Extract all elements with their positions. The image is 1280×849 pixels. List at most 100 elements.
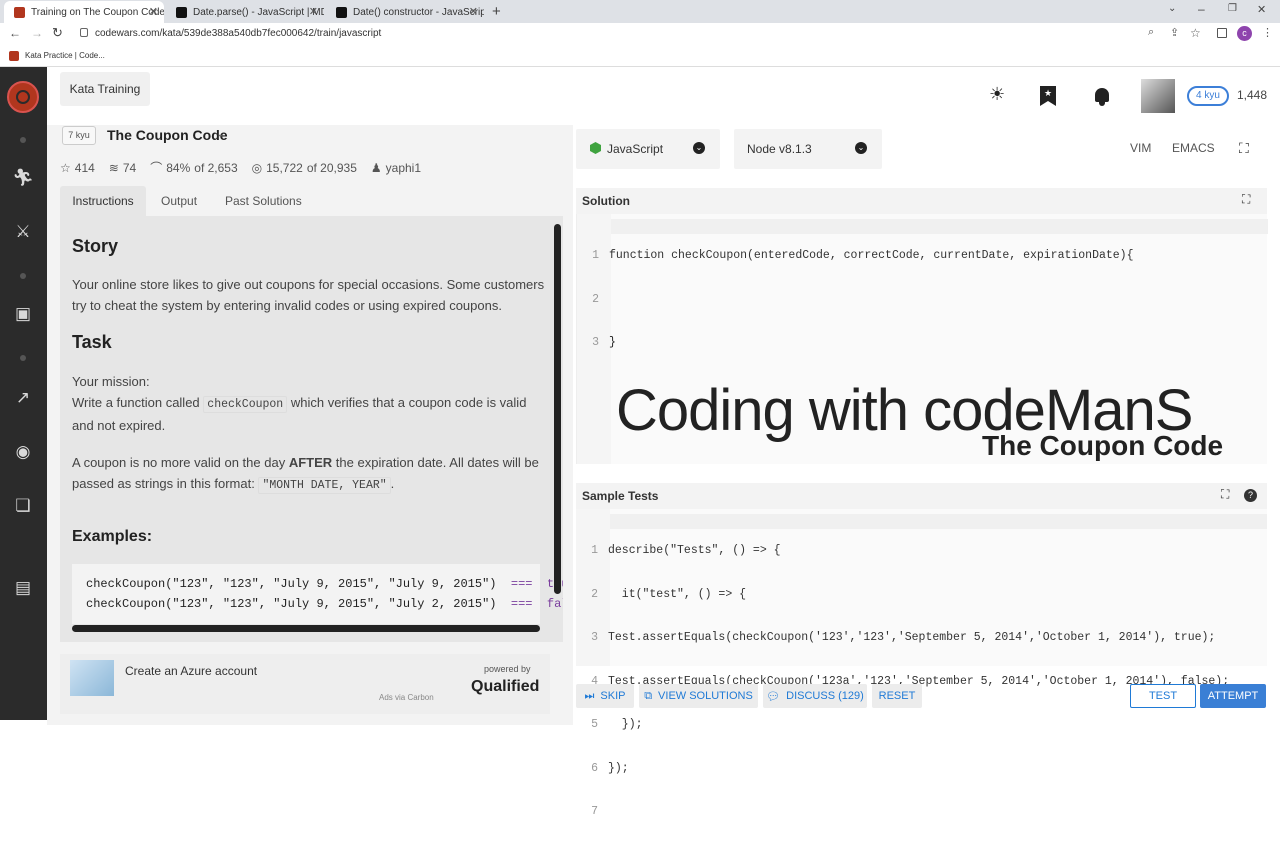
rule-pre: A coupon is no more valid on the day bbox=[72, 455, 286, 470]
examples-heading: Examples: bbox=[72, 528, 153, 545]
skip-label: SKIP bbox=[600, 690, 626, 702]
example-result: false bbox=[546, 597, 563, 611]
docs-book-icon[interactable]: ▤ bbox=[12, 577, 34, 599]
example-line: checkCoupon("123", "123", "July 9, 2015"… bbox=[86, 574, 563, 594]
emacs-toggle[interactable]: EMACS bbox=[1172, 141, 1215, 155]
ad-brand-logo: Qualified bbox=[471, 678, 540, 695]
tab-date-constructor[interactable]: Date() constructor - JavaScript | M ✕ bbox=[326, 1, 484, 23]
skip-icon: ⏭ bbox=[584, 689, 595, 702]
code-text: describe("Tests", () => { bbox=[608, 544, 781, 557]
satisfaction-of: of 2,653 bbox=[194, 160, 238, 175]
solutions-icon: ⧉ bbox=[644, 689, 653, 702]
share-icon[interactable]: ⇪ bbox=[1170, 26, 1179, 39]
codewars-logo-icon[interactable] bbox=[7, 81, 39, 113]
theme-sun-icon[interactable]: ☀ bbox=[989, 84, 1005, 105]
solution-code: 1 function checkCoupon(enteredCode, corre… bbox=[577, 220, 1134, 380]
discuss-button[interactable]: 💬︎ DISCUSS (129) bbox=[763, 684, 867, 708]
fullscreen-icon[interactable]: ⛶ bbox=[1239, 140, 1249, 157]
reload-icon[interactable]: ↻ bbox=[52, 25, 63, 41]
code-text: }); bbox=[608, 761, 629, 775]
discord-icon[interactable]: ◉ bbox=[12, 441, 34, 463]
attempt-button[interactable]: ATTEMPT bbox=[1200, 684, 1266, 708]
ad-via[interactable]: Ads via Carbon bbox=[379, 693, 434, 702]
author[interactable]: yaphi1 bbox=[386, 161, 421, 175]
address-bar-row: ← → ↻ codewars.com/kata/539de388a540db7f… bbox=[0, 23, 1280, 45]
story-heading: Story bbox=[72, 236, 119, 256]
expand-icon[interactable]: ⛶ bbox=[1242, 192, 1250, 207]
code-line: 2 it("test", () => { bbox=[591, 587, 747, 601]
lock-icon[interactable] bbox=[80, 28, 88, 37]
runtime-value: Node v8.1.3 bbox=[747, 142, 812, 156]
tests-header: Sample Tests ⛶ ? bbox=[576, 483, 1267, 509]
code-line: 7 bbox=[591, 805, 598, 818]
profile-avatar[interactable]: c bbox=[1237, 26, 1252, 41]
rank-badge: 4 kyu bbox=[1187, 86, 1229, 106]
notification-bell-icon[interactable] bbox=[1093, 86, 1111, 106]
tab-date-parse[interactable]: Date.parse() - JavaScript | MDN ✕ bbox=[166, 1, 324, 23]
tests-editor[interactable]: 1 describe("Tests", () => { 2 it("test", … bbox=[576, 509, 1267, 818]
rule-text: A coupon is no more valid on the day AFT… bbox=[72, 452, 547, 496]
video-overlay-subtitle: The Coupon Code bbox=[982, 430, 1224, 461]
expand-icon[interactable]: ⛶ bbox=[1221, 487, 1229, 502]
tab-title: Training on The Coupon Code | C bbox=[31, 6, 164, 18]
reset-button[interactable]: RESET bbox=[872, 684, 922, 708]
example-call: checkCoupon("123", "123", "July 9, 2015"… bbox=[86, 577, 497, 591]
discussion-icon[interactable]: ❏ bbox=[12, 495, 34, 517]
briefcase-icon[interactable]: ▣ bbox=[12, 303, 34, 325]
bookmarks-bar: Kata Practice | Code... bbox=[0, 45, 1280, 67]
bookmark-star-icon[interactable]: ☆ bbox=[1190, 26, 1201, 40]
close-tab-icon[interactable]: ✕ bbox=[469, 5, 478, 18]
code-line: 2 bbox=[592, 292, 599, 306]
close-tab-icon[interactable]: ✕ bbox=[309, 5, 318, 18]
example-op: === bbox=[510, 577, 533, 591]
practice-icon[interactable]: 🏃︎ bbox=[12, 167, 34, 189]
tab-instructions[interactable]: Instructions bbox=[60, 186, 146, 216]
vim-toggle[interactable]: VIM bbox=[1130, 141, 1151, 155]
close-tab-icon[interactable]: ✕ bbox=[149, 5, 158, 18]
test-button[interactable]: TEST bbox=[1130, 684, 1196, 708]
minimize-button[interactable]: – bbox=[1198, 2, 1205, 16]
star-icon[interactable]: ☆ bbox=[60, 161, 71, 175]
help-icon[interactable]: ? bbox=[1244, 489, 1257, 502]
runtime-select[interactable]: Node v8.1.3 ⌄ bbox=[734, 129, 882, 169]
tab-output[interactable]: Output bbox=[161, 194, 197, 208]
discuss-label: DISCUSS (129) bbox=[786, 690, 864, 702]
forward-icon[interactable]: → bbox=[31, 26, 43, 40]
new-tab-button[interactable]: + bbox=[492, 3, 501, 20]
tab-search-icon[interactable]: ⌄ bbox=[1168, 3, 1176, 14]
skip-button[interactable]: ⏭ SKIP bbox=[576, 684, 634, 708]
bookmark-kata-practice[interactable]: Kata Practice | Code... bbox=[25, 51, 105, 60]
url-field[interactable]: codewars.com/kata/539de388a540db7fec0006… bbox=[95, 28, 381, 39]
code-line: 1 describe("Tests", () => { bbox=[591, 544, 781, 557]
view-solutions-label: VIEW SOLUTIONS bbox=[658, 690, 753, 702]
browser-menu-icon[interactable]: ⋮ bbox=[1262, 26, 1273, 39]
back-icon[interactable]: ← bbox=[9, 26, 21, 40]
ad-image bbox=[70, 660, 114, 696]
solution-header: Solution ⛶ bbox=[576, 188, 1267, 214]
chevron-down-icon[interactable]: ⌄ bbox=[216, 127, 225, 140]
vertical-scrollbar[interactable] bbox=[554, 224, 561, 594]
codewars-favicon-icon bbox=[14, 6, 25, 18]
horizontal-scrollbar[interactable] bbox=[72, 625, 540, 632]
tab-coupon-code[interactable]: Training on The Coupon Code | C ✕ bbox=[4, 1, 164, 23]
ad-text[interactable]: Create an Azure account bbox=[125, 664, 257, 678]
codewars-favicon-icon bbox=[9, 51, 19, 61]
kata-title: The Coupon Code bbox=[107, 127, 228, 143]
ad-powered: powered by bbox=[484, 664, 531, 674]
zoom-icon[interactable]: ⌕ bbox=[1148, 26, 1154, 39]
code-text: function checkCoupon(enteredCode, correc… bbox=[609, 249, 1134, 262]
train-icon[interactable]: ⚔ bbox=[12, 221, 34, 243]
sidebar: 🏃︎ ⚔ ▣ ↗ ◉ ❏ ▤ bbox=[0, 67, 47, 720]
tab-past-solutions[interactable]: Past Solutions bbox=[225, 194, 302, 208]
example-line: checkCoupon("123", "123", "July 9, 2015"… bbox=[86, 594, 563, 614]
tests-label: Sample Tests bbox=[582, 489, 659, 503]
view-solutions-button[interactable]: ⧉ VIEW SOLUTIONS bbox=[639, 684, 758, 708]
ad-banner[interactable]: Create an Azure account powered by Quali… bbox=[60, 654, 550, 714]
avatar[interactable] bbox=[1141, 79, 1175, 113]
maximize-button[interactable]: ❐ bbox=[1228, 3, 1237, 14]
side-panel-icon[interactable] bbox=[1217, 28, 1227, 38]
breadcrumb-label[interactable]: Kata Training bbox=[60, 72, 150, 106]
leaderboard-icon[interactable]: ↗ bbox=[12, 387, 34, 409]
close-window-button[interactable]: ✕ bbox=[1257, 3, 1266, 16]
language-select[interactable]: JavaScript ⌄ bbox=[576, 129, 720, 169]
